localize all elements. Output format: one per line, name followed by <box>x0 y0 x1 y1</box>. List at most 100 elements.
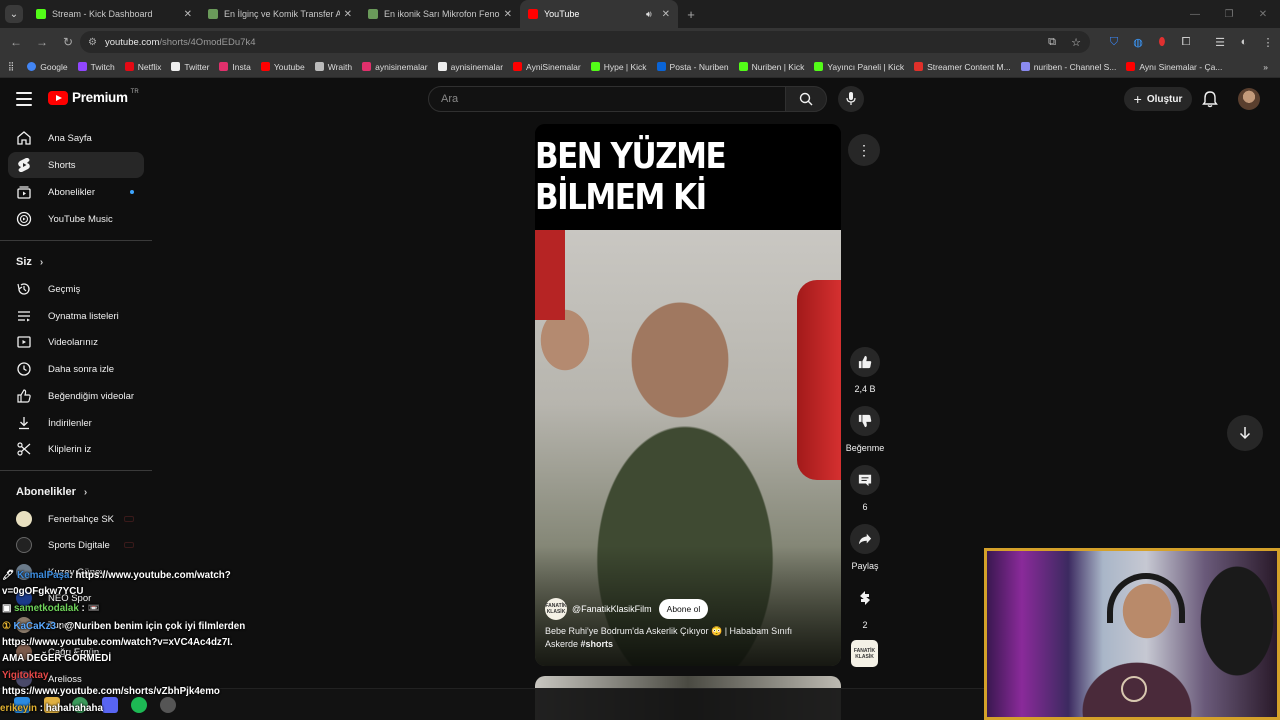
minimize-icon[interactable]: — <box>1178 0 1212 28</box>
create-button[interactable]: + Oluştur <box>1124 87 1192 111</box>
sidebar-item-watch-later[interactable]: Daha sonra izle <box>8 356 144 382</box>
tab-youtube[interactable]: YouTube 🔊︎ ✕ <box>520 0 678 28</box>
sidebar-item-youtube-music[interactable]: YouTube Music <box>8 206 144 232</box>
site-info-icon[interactable]: ⚙︎ <box>88 37 97 48</box>
sidebar-item-home[interactable]: Ana Sayfa <box>8 125 144 151</box>
bookmark-item[interactable]: Yayıncı Paneli | Kick <box>809 62 909 72</box>
more-options-button[interactable]: ⋮ <box>848 134 880 166</box>
bookmark-item[interactable]: Youtube <box>256 62 310 72</box>
sidebar-item-shorts[interactable]: Shorts <box>8 152 144 178</box>
more-bookmarks-icon[interactable]: » <box>1258 62 1280 72</box>
back-icon[interactable]: ← <box>4 30 28 54</box>
chat-username: Yigitoktay <box>2 670 49 681</box>
channel-name[interactable]: @FanatikKlasikFilm <box>572 604 652 614</box>
shield-extension-icon[interactable]: ⛉ <box>1102 30 1126 54</box>
search-input[interactable]: Ara <box>428 86 786 112</box>
hashtag-link[interactable]: #shorts <box>581 639 614 649</box>
bookmark-item[interactable]: nuriben - Channel S... <box>1016 62 1122 72</box>
install-app-icon[interactable]: ⧉ <box>1040 30 1064 54</box>
spotify-icon[interactable] <box>131 697 147 713</box>
bookmark-item[interactable]: Twitter <box>166 62 214 72</box>
reading-list-icon[interactable]: ☰ <box>1208 30 1232 54</box>
you-section-header[interactable]: Siz › <box>16 256 43 268</box>
bookmark-item[interactable]: Google <box>22 62 72 72</box>
channel-avatar[interactable]: FANATİK KLASİK <box>545 598 567 620</box>
close-tab-icon[interactable]: ✕ <box>504 9 512 20</box>
tab-search-button[interactable]: ⌄ <box>0 0 28 28</box>
subscriptions-section-header[interactable]: Abonelikler › <box>16 486 87 498</box>
sidebar-item-history[interactable]: Geçmiş <box>8 276 144 302</box>
comments-button[interactable]: 6 <box>845 465 885 512</box>
bookmark-item[interactable]: AyniSinemalar <box>508 62 586 72</box>
like-button[interactable]: 2,4 B <box>845 347 885 394</box>
speaker-icon[interactable]: 🔊︎ <box>646 9 652 20</box>
sidebar-item-clips[interactable]: Kliplerin iz <box>8 436 144 462</box>
new-tab-button[interactable]: + <box>678 0 704 28</box>
voice-search-button[interactable] <box>838 86 864 112</box>
sidebar-item-liked-videos[interactable]: Beğendiğim videolar <box>8 383 144 409</box>
subscribe-button[interactable]: Abone ol <box>658 599 709 619</box>
bookmark-item[interactable]: aynisinemalar <box>357 62 432 72</box>
dislike-button[interactable]: Beğenme <box>845 406 885 453</box>
channel-icon <box>1020 62 1030 71</box>
outlook-icon <box>656 62 666 71</box>
share-button[interactable]: Paylaş <box>845 524 885 571</box>
guide-menu-icon[interactable] <box>16 92 32 106</box>
address-bar[interactable]: ⚙︎ youtube.com/shorts/4OmodEDu7k4 <box>80 31 1090 53</box>
close-tab-icon[interactable]: ✕ <box>662 9 670 20</box>
tab-kick-dashboard[interactable]: Stream - Kick Dashboard ✕ <box>28 0 200 28</box>
maximize-icon[interactable]: ❐ <box>1212 0 1246 28</box>
extension-red-icon[interactable]: ⬮ <box>1150 30 1174 54</box>
sidebar-item-downloads[interactable]: İndirilenler <box>8 410 144 436</box>
bookmark-item[interactable]: Wraith <box>310 62 357 72</box>
sound-source-avatar[interactable]: FANATİK KLASİK <box>851 640 878 667</box>
remix-button[interactable]: 2 <box>845 583 885 630</box>
sidebar-item-your-videos[interactable]: Videolarınız <box>8 329 144 355</box>
toolbar-right: ⧉ ☆ ⛉ ◍ ⬮ ⧠ ☰ ◐ ⋮ <box>1040 28 1280 56</box>
bookmark-item[interactable]: Netflix <box>120 62 167 72</box>
close-tab-icon[interactable]: ✕ <box>184 9 192 20</box>
extensions-puzzle-icon[interactable]: ⧠ <box>1174 30 1198 54</box>
tab-transfer[interactable]: En İlginç ve Komik Transfer Açık ✕ <box>200 0 360 28</box>
bookmark-item[interactable]: Twitch <box>73 62 120 72</box>
video-scene-detail <box>535 230 565 320</box>
short-title[interactable]: Bebe Ruhi'ye Bodrum'da Askerlik Çıkıyor … <box>545 625 815 651</box>
bookmark-item[interactable]: aynisinemalar <box>433 62 508 72</box>
obs-icon[interactable] <box>160 697 176 713</box>
close-tab-icon[interactable]: ✕ <box>344 9 352 20</box>
account-avatar[interactable] <box>1238 88 1260 110</box>
close-window-icon[interactable]: ✕ <box>1246 0 1280 28</box>
bookmark-item[interactable]: Streamer Content M... <box>909 62 1016 72</box>
extension-icon[interactable]: ◍ <box>1126 30 1150 54</box>
url-host: youtube.com <box>104 36 160 48</box>
youtube-icon <box>513 62 523 71</box>
reload-icon[interactable]: ↻ <box>56 30 80 54</box>
bookmark-item[interactable]: Aynı Sinemalar - Ça... <box>1121 62 1227 72</box>
apps-icon[interactable]: ⣿ <box>0 61 22 72</box>
channel-row: FANATİK KLASİK @FanatikKlasikFilm Abone … <box>545 598 709 620</box>
bookmark-item[interactable]: Nuriben | Kick <box>734 62 810 72</box>
google-icon <box>27 62 37 71</box>
bookmark-item[interactable]: Posta - Nuriben <box>652 62 734 72</box>
profile-icon[interactable]: ◐ <box>1232 30 1256 54</box>
tab-mikrofon[interactable]: En ikonik Sarı Mikrofon Fenome ✕ <box>360 0 520 28</box>
sidebar-item-playlists[interactable]: Oynatma listeleri <box>8 303 144 329</box>
bookmark-label: Twitter <box>184 61 210 72</box>
discord-icon[interactable] <box>102 697 118 713</box>
bookmark-item[interactable]: Insta <box>214 62 255 72</box>
bookmark-star-icon[interactable]: ☆ <box>1064 30 1088 54</box>
browser-menu-icon[interactable]: ⋮ <box>1256 30 1280 54</box>
search-button[interactable] <box>785 86 827 112</box>
bookmark-label: Google <box>40 61 68 72</box>
chevron-right-icon: › <box>39 256 44 268</box>
sidebar-item-subscriptions[interactable]: Abonelikler <box>8 179 144 205</box>
scissors-icon <box>16 441 32 457</box>
youtube-premium-logo[interactable]: Premium TR <box>48 89 139 105</box>
bookmark-item[interactable]: Hype | Kick <box>586 62 652 72</box>
notifications-bell-icon[interactable] <box>1201 90 1219 108</box>
next-short-button[interactable] <box>1227 415 1263 451</box>
sidebar-channel-fenerbahce[interactable]: Fenerbahçe SK <box>8 506 144 532</box>
shorts-player[interactable]: BEN YÜZME BİLMEM Kİ FANATİK KLASİK @Fana… <box>535 124 841 666</box>
sidebar-channel-sports-digitale[interactable]: Sports Digitale <box>8 532 144 558</box>
forward-icon[interactable]: → <box>30 30 54 54</box>
